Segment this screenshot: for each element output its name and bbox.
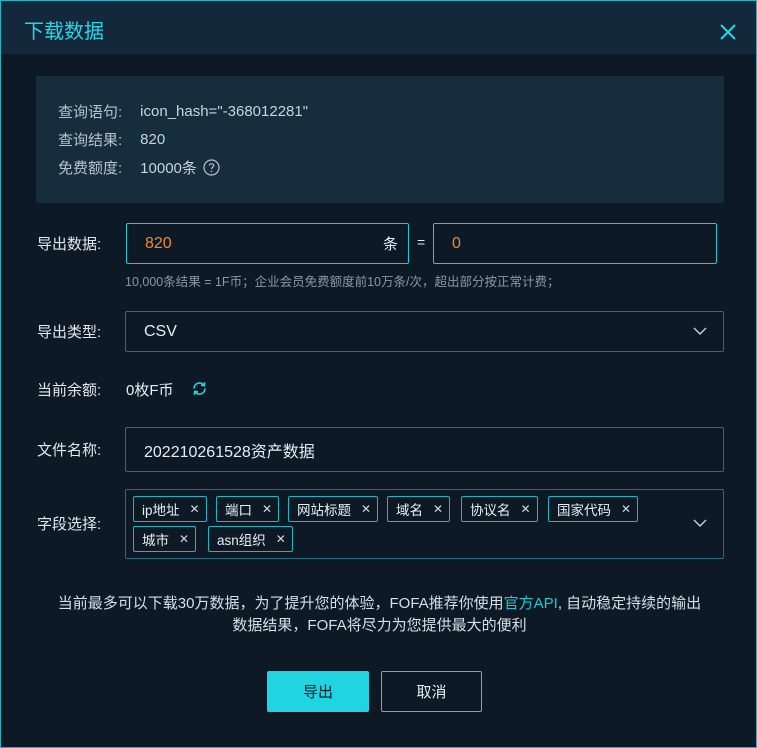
- tag-domain: 域名 ✕: [387, 496, 451, 522]
- cost-value: 0: [452, 234, 461, 252]
- query-info-box: 查询语句: icon_hash="-368012281" 查询结果: 820 免…: [36, 76, 724, 203]
- tag-protocol: 协议名 ✕: [461, 496, 538, 522]
- tag-label: 域名: [396, 503, 423, 518]
- export-type-select[interactable]: CSV: [125, 311, 724, 352]
- export-type-label: 导出类型:: [37, 324, 102, 341]
- tag-remove-icon[interactable]: ✕: [190, 502, 200, 516]
- filename-label: 文件名称:: [37, 442, 102, 459]
- cost-field: 0: [433, 223, 717, 264]
- equals-sign: =: [417, 234, 426, 250]
- notice-line-2: 数据结果，FOFA将尽力为您提供最大的便利: [232, 617, 527, 634]
- filename-input[interactable]: 202210261528资产数据: [125, 427, 724, 472]
- tag-ip: ip地址 ✕: [133, 496, 207, 522]
- query-row: 查询语句: icon_hash="-368012281": [58, 101, 308, 122]
- query-label: 查询语句:: [58, 104, 123, 121]
- balance-value: 0枚F币: [126, 382, 174, 399]
- export-count-unit: 条: [382, 236, 398, 253]
- tag-label: 协议名: [470, 503, 511, 518]
- filename-value: 202210261528资产数据: [144, 443, 315, 461]
- tag-remove-icon[interactable]: ✕: [179, 532, 189, 546]
- quota-label: 免费额度:: [58, 160, 123, 177]
- export-type-value: CSV: [144, 322, 177, 340]
- notice-text: , 自动稳定持续的输出: [557, 595, 702, 612]
- notice-text: 当前最多可以下载30万数据，为了提升您的体验，FOFA推荐你使用: [57, 595, 504, 612]
- export-count-input[interactable]: 820 条: [126, 223, 409, 264]
- tag-city: 城市 ✕: [133, 526, 197, 552]
- quota-row: 免费额度: 10000条: [58, 157, 220, 178]
- notice-line-1: 当前最多可以下载30万数据，为了提升您的体验，FOFA推荐你使用官方API, 自…: [1, 593, 757, 615]
- result-value: 820: [140, 131, 166, 148]
- export-count-value: 820: [145, 234, 172, 252]
- balance-label: 当前余额:: [37, 382, 102, 399]
- close-icon[interactable]: [717, 21, 739, 43]
- result-label: 查询结果:: [58, 132, 123, 149]
- official-api-link[interactable]: 官方API: [504, 595, 558, 612]
- export-button[interactable]: 导出: [267, 671, 369, 712]
- query-value: icon_hash="-368012281": [140, 103, 309, 120]
- help-icon[interactable]: [203, 159, 220, 176]
- tag-title: 网站标题 ✕: [288, 496, 379, 522]
- dialog-header: 下载数据: [1, 1, 756, 54]
- tag-label: 国家代码: [557, 503, 611, 518]
- tag-remove-icon[interactable]: ✕: [276, 532, 286, 546]
- cancel-button[interactable]: 取消: [381, 671, 482, 712]
- tag-label: 网站标题: [297, 503, 351, 518]
- refresh-icon[interactable]: [191, 380, 208, 397]
- tag-asn: asn组织 ✕: [208, 526, 293, 552]
- result-row: 查询结果: 820: [58, 129, 165, 150]
- tag-label: asn组织: [217, 533, 266, 548]
- quota-value: 10000条: [140, 160, 197, 177]
- dialog-title: 下载数据: [24, 21, 104, 43]
- tag-remove-icon[interactable]: ✕: [361, 502, 371, 516]
- tag-label: ip地址: [142, 503, 180, 518]
- tag-country-code: 国家代码 ✕: [548, 496, 639, 522]
- chevron-down-icon: [693, 327, 707, 335]
- fields-select[interactable]: ip地址 ✕ 端口 ✕ 网站标题 ✕ 域名 ✕ 协议名 ✕ 国家代码 ✕ 城市 ✕ asn组织…: [125, 489, 724, 559]
- tag-label: 端口: [225, 503, 252, 518]
- tag-remove-icon[interactable]: ✕: [521, 502, 531, 516]
- tag-remove-icon[interactable]: ✕: [621, 502, 631, 516]
- tag-remove-icon[interactable]: ✕: [433, 502, 443, 516]
- tag-port: 端口 ✕: [216, 496, 280, 522]
- download-data-dialog: 下载数据 查询语句: icon_hash="-368012281" 查询结果: …: [0, 0, 757, 748]
- export-hint: 10,000条结果 = 1F币；企业会员免费额度前10万条/次，超出部分按正常计…: [125, 275, 560, 289]
- tag-label: 城市: [142, 533, 169, 548]
- tag-remove-icon[interactable]: ✕: [262, 502, 272, 516]
- chevron-down-icon: [693, 519, 707, 527]
- export-count-label: 导出数据:: [37, 236, 102, 253]
- fields-label: 字段选择:: [37, 516, 102, 533]
